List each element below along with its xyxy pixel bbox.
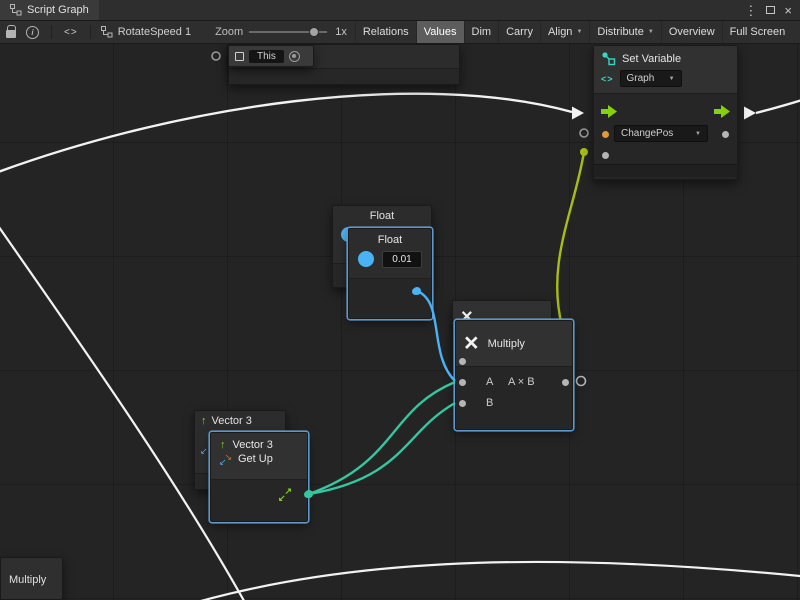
node-title: Float (333, 206, 431, 222)
graph-scope-icon: <> (601, 74, 614, 84)
target-picker-icon[interactable] (289, 51, 300, 62)
lock-icon[interactable] (6, 30, 16, 38)
scope-dropdown[interactable]: Graph ▼ (620, 70, 682, 87)
port-input-a[interactable] (459, 379, 466, 386)
graph-toolbar: i <> RotateSpeed 1 Zoom 1x Relations Val… (0, 21, 800, 44)
node-footer (594, 164, 737, 177)
port-generic[interactable] (459, 358, 466, 365)
node-title: Multiply (9, 574, 46, 586)
node-port-area (211, 479, 307, 521)
dim-button[interactable]: Dim (464, 21, 499, 43)
up-arrow-icon: ↑ (220, 440, 226, 451)
flow-out-port-icon[interactable] (714, 105, 730, 118)
graph-name[interactable]: RotateSpeed 1 (118, 26, 191, 38)
float-type-icon (358, 251, 374, 267)
multiply-icon: × (464, 331, 479, 356)
port-float-output[interactable] (412, 288, 419, 295)
vector3-type-icon: ↙ ↘ (220, 454, 231, 465)
port-vector3-output[interactable] (304, 491, 311, 498)
graph-asset-icon (101, 26, 113, 38)
node-title: Set Variable (622, 53, 681, 65)
port-variable-value-input[interactable] (602, 131, 609, 138)
this-label: This (249, 50, 284, 63)
input-b-label: B (486, 397, 493, 409)
float-value-field[interactable]: 0.01 (382, 251, 422, 268)
node-multiply-corner[interactable]: Multiply (0, 557, 63, 600)
node-multiply[interactable]: × Multiply A A × B B (455, 320, 573, 430)
flow-in-port-icon[interactable] (601, 105, 617, 118)
port-result[interactable] (562, 379, 569, 386)
distribute-button[interactable]: Distribute▼ (589, 21, 660, 43)
zoom-slider[interactable] (249, 25, 327, 39)
overview-button[interactable]: Overview (661, 21, 722, 43)
up-arrow-icon: ↑ (201, 416, 207, 427)
values-button[interactable]: Values (416, 21, 464, 43)
code-toggle-icon[interactable]: <> (64, 27, 78, 38)
input-a-label: A (486, 376, 493, 388)
chevron-down-icon: ▼ (648, 29, 654, 35)
maximize-icon[interactable] (766, 6, 775, 14)
fullscreen-button[interactable]: Full Screen (722, 21, 793, 43)
expression-label: A × B (508, 376, 535, 388)
chevron-down-icon: ▼ (576, 29, 582, 35)
node-port-area (349, 278, 431, 318)
window-titlebar: Script Graph ⋮ × (0, 0, 800, 21)
align-button[interactable]: Align▼ (540, 21, 589, 43)
zoom-value: 1x (335, 26, 347, 38)
operation-label: Get Up (238, 453, 273, 465)
node-vector3-get-up[interactable]: ↑ Vector 3 ↙ ↘ Get Up ↗ ↙ (210, 432, 308, 522)
variable-icon (601, 51, 616, 66)
info-icon[interactable]: i (26, 26, 39, 39)
node-title: Vector 3 (233, 439, 273, 451)
node-port-area (229, 68, 459, 84)
port-fallback-input[interactable] (602, 152, 609, 159)
node-title: Float (349, 229, 431, 246)
zoom-label: Zoom (215, 26, 243, 38)
script-graph-icon (10, 4, 22, 16)
node-float[interactable]: Float 0.01 (348, 228, 432, 319)
expand-vector-icon[interactable]: ↗ ↙ (279, 489, 291, 501)
window-menu-icon[interactable]: ⋮ (744, 4, 757, 17)
close-icon[interactable]: × (784, 4, 792, 17)
port-output-value[interactable] (722, 131, 729, 138)
tab-script-graph[interactable]: Script Graph (0, 0, 99, 20)
toolbar-divider (51, 25, 52, 39)
carry-button[interactable]: Carry (498, 21, 540, 43)
node-this[interactable]: This (228, 45, 314, 67)
node-set-variable[interactable]: Set Variable <> Graph ▼ ChangePos ▼ (593, 45, 738, 180)
tab-title: Script Graph (27, 4, 89, 16)
toolbar-divider (90, 25, 91, 39)
node-title: Multiply (488, 338, 525, 350)
node-title: Vector 3 (212, 415, 252, 427)
relations-button[interactable]: Relations (355, 21, 416, 43)
zoom-slider-handle[interactable] (309, 27, 319, 37)
port-input-b[interactable] (459, 400, 466, 407)
gameobject-cube-icon (235, 52, 244, 61)
chevron-down-icon: ▼ (695, 131, 701, 137)
chevron-down-icon: ▼ (669, 76, 675, 82)
variable-name-dropdown[interactable]: ChangePos ▼ (614, 125, 708, 142)
